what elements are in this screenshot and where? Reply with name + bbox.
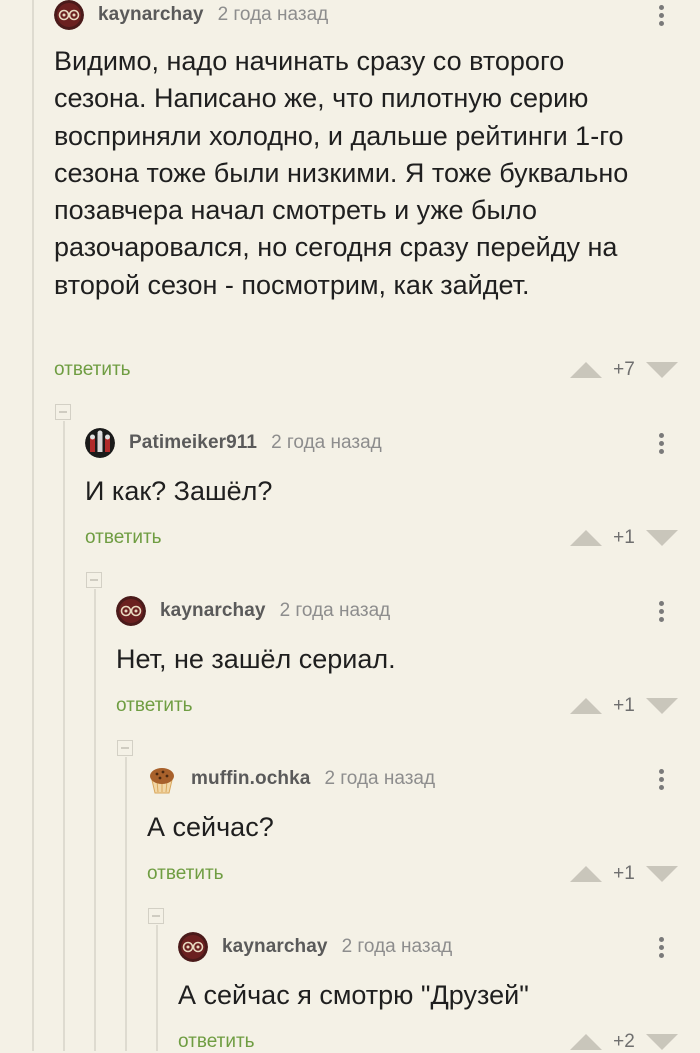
more-options-icon[interactable] [656,766,666,794]
thread-line [94,589,96,1051]
vote-control: +1 [570,695,678,717]
reply-link[interactable]: ответить [147,863,224,885]
comment-text: И как? Зашёл? [85,476,273,506]
comment: kaynarchay 2 года назад Видимо, надо нач… [54,0,700,400]
downvote-arrow-icon[interactable] [646,530,678,546]
comment-text: Нет, не зашёл сериал. [116,644,396,674]
comment-score: +2 [613,1031,635,1052]
upvote-arrow-icon[interactable] [570,362,602,378]
username[interactable]: Patimeiker911 [129,432,257,454]
comment-header: Patimeiker911 2 года назад [85,428,382,458]
comment: Patimeiker911 2 года назад И как? Зашёл?… [85,428,700,558]
comment-score: +7 [613,359,635,380]
username[interactable]: kaynarchay [98,4,204,26]
collapse-button[interactable] [117,740,133,756]
downvote-arrow-icon[interactable] [646,698,678,714]
vote-control: +7 [570,359,678,381]
downvote-arrow-icon[interactable] [646,866,678,882]
collapse-button[interactable] [148,908,164,924]
kaynarchay-avatar[interactable] [178,932,208,962]
timestamp: 2 года назад [217,4,329,25]
comment-score: +1 [613,863,635,884]
comment-header: muffin.ochka 2 года назад [147,764,435,794]
reply-link[interactable]: ответить [54,359,131,381]
more-options-icon[interactable] [656,2,666,30]
comment-text: Видимо, надо начинать сразу со второго с… [54,46,629,300]
collapse-button[interactable] [86,572,102,588]
vote-control: +1 [570,863,678,885]
reply-link[interactable]: ответить [85,527,162,549]
collapse-button[interactable] [55,404,71,420]
comment: muffin.ochka 2 года назад А сейчас? отве… [147,764,700,894]
kaynarchay-avatar[interactable] [54,0,84,30]
vote-control: +2 [570,1031,678,1053]
vote-control: +1 [570,527,678,549]
upvote-arrow-icon[interactable] [570,1034,602,1050]
patimeiker-avatar[interactable] [85,428,115,458]
timestamp: 2 года назад [324,768,436,789]
more-options-icon[interactable] [656,430,666,458]
upvote-arrow-icon[interactable] [570,530,602,546]
comment-text: А сейчас? [147,812,274,842]
thread-line [125,757,127,1051]
comment: kaynarchay 2 года назад А сейчас я смотр… [178,932,700,1053]
comment-thread: kaynarchay 2 года назад Видимо, надо нач… [0,0,700,1053]
comment-header: kaynarchay 2 года назад [116,596,390,626]
comment: kaynarchay 2 года назад Нет, не зашёл се… [116,596,700,726]
downvote-arrow-icon[interactable] [646,1034,678,1050]
comment-header: kaynarchay 2 года назад [178,932,452,962]
comment-text: А сейчас я смотрю "Друзей" [178,980,529,1010]
downvote-arrow-icon[interactable] [646,362,678,378]
upvote-arrow-icon[interactable] [570,866,602,882]
upvote-arrow-icon[interactable] [570,698,602,714]
username[interactable]: kaynarchay [222,936,328,958]
comment-header: kaynarchay 2 года назад [54,0,328,30]
kaynarchay-avatar[interactable] [116,596,146,626]
more-options-icon[interactable] [656,934,666,962]
timestamp: 2 года назад [279,600,391,621]
timestamp: 2 года назад [271,432,382,453]
username[interactable]: muffin.ochka [191,768,310,790]
timestamp: 2 года назад [341,936,453,957]
thread-line [156,925,158,1051]
thread-line [32,0,34,1051]
more-options-icon[interactable] [656,598,666,626]
reply-link[interactable]: ответить [178,1031,255,1053]
muffin-avatar[interactable] [147,764,177,794]
thread-line [63,421,65,1051]
comment-score: +1 [613,527,635,548]
comment-score: +1 [613,695,635,716]
username[interactable]: kaynarchay [160,600,266,622]
reply-link[interactable]: ответить [116,695,193,717]
